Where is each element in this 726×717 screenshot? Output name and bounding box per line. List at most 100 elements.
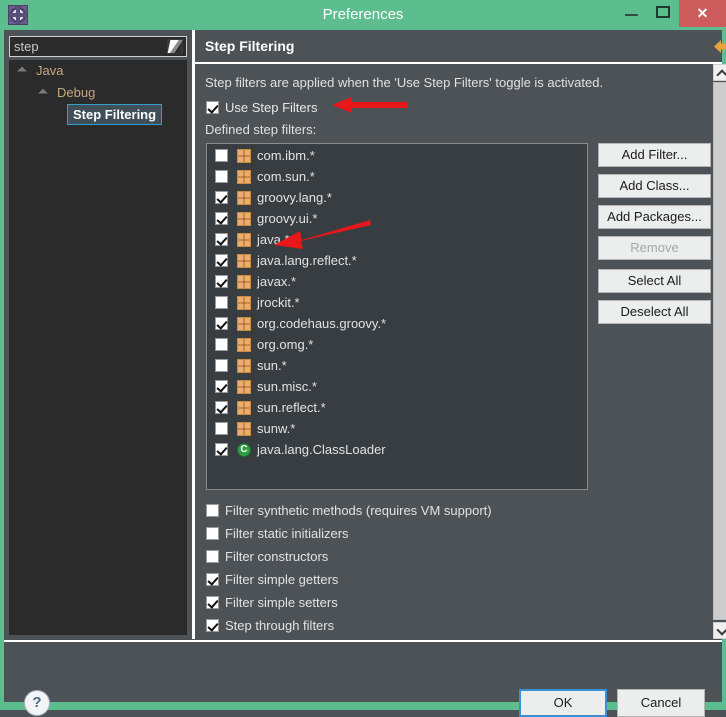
scrollbar-thumb[interactable] <box>713 82 726 620</box>
option-filter-simple-setters[interactable]: Filter simple setters <box>206 590 492 613</box>
list-item[interactable]: sun.* <box>207 354 587 375</box>
scroll-down-button[interactable] <box>713 622 726 639</box>
help-question-icon[interactable] <box>24 690 50 716</box>
package-icon <box>237 169 251 184</box>
filter-checkbox[interactable] <box>215 401 228 415</box>
filter-checkbox[interactable] <box>215 338 228 352</box>
option-filter-constructors[interactable]: Filter constructors <box>206 544 492 567</box>
option-checkbox[interactable] <box>206 550 219 564</box>
option-checkbox[interactable] <box>206 573 219 587</box>
list-item[interactable]: org.codehaus.groovy.* <box>207 312 587 333</box>
filter-actions: Add Filter... Add Class... Add Packages.… <box>598 143 711 331</box>
option-filter-simple-getters[interactable]: Filter simple getters <box>206 567 492 590</box>
list-item[interactable]: sunw.* <box>207 417 587 438</box>
close-button[interactable]: ✕ <box>679 0 726 27</box>
package-icon <box>237 400 251 415</box>
list-item[interactable]: java.* <box>207 228 587 249</box>
filter-checkbox[interactable] <box>215 380 228 394</box>
package-icon <box>237 148 251 163</box>
preferences-window: Preferences ✕ Java Debug Step Filtering <box>0 0 726 717</box>
package-icon <box>237 232 251 247</box>
list-item[interactable]: java.lang.ClassLoader <box>207 438 587 459</box>
package-icon <box>237 253 251 268</box>
filter-list[interactable]: com.ibm.* com.sun.* groovy.lang.* groovy… <box>206 143 588 490</box>
option-checkbox[interactable] <box>206 619 219 633</box>
option-checkbox[interactable] <box>206 504 219 518</box>
filter-checkbox[interactable] <box>215 443 228 457</box>
filter-checkbox[interactable] <box>215 275 228 289</box>
dialog-body: Java Debug Step Filtering Step Filtering <box>4 30 726 717</box>
maximize-button[interactable] <box>647 0 679 23</box>
remove-button: Remove <box>598 236 711 260</box>
option-checkbox[interactable] <box>206 527 219 541</box>
list-item[interactable]: com.sun.* <box>207 165 587 186</box>
filter-checkbox[interactable] <box>215 254 228 268</box>
page-header: Step Filtering <box>195 30 726 64</box>
option-checkbox[interactable] <box>206 596 219 610</box>
search-field[interactable] <box>9 36 187 57</box>
arrow-left-icon[interactable] <box>714 40 726 53</box>
add-class-button[interactable]: Add Class... <box>598 174 711 198</box>
package-icon <box>237 337 251 352</box>
filter-checkbox[interactable] <box>215 359 228 373</box>
list-item[interactable]: sun.reflect.* <box>207 396 587 417</box>
minimize-button[interactable] <box>615 0 647 23</box>
list-item[interactable]: java.lang.reflect.* <box>207 249 587 270</box>
use-step-filters-label: Use Step Filters <box>225 100 318 116</box>
dialog-footer: OK Cancel <box>4 642 722 717</box>
class-icon <box>237 442 251 457</box>
tree-item-step-filtering[interactable]: Step Filtering <box>9 104 187 126</box>
sidebar: Java Debug Step Filtering <box>4 30 191 639</box>
ok-button[interactable]: OK <box>519 689 607 717</box>
filter-checkbox[interactable] <box>215 296 228 310</box>
vertical-scrollbar[interactable] <box>713 64 726 639</box>
filter-options: Filter synthetic methods (requires VM su… <box>206 498 492 636</box>
package-icon <box>237 211 251 226</box>
expand-arrow-icon[interactable] <box>21 66 30 75</box>
option-step-through-filters[interactable]: Step through filters <box>206 613 492 636</box>
package-icon <box>237 316 251 331</box>
option-filter-synthetic-methods[interactable]: Filter synthetic methods (requires VM su… <box>206 498 492 521</box>
package-icon <box>237 379 251 394</box>
list-item[interactable]: sun.misc.* <box>207 375 587 396</box>
use-step-filters-checkbox[interactable] <box>206 101 219 115</box>
filter-checkbox[interactable] <box>215 170 228 184</box>
filter-checkbox[interactable] <box>215 149 228 163</box>
tree-item-label-selected: Step Filtering <box>67 104 163 125</box>
tree-item-java[interactable]: Java <box>9 60 187 82</box>
use-step-filters-row[interactable]: Use Step Filters <box>206 99 317 115</box>
defined-filters-label: Defined step filters: <box>205 122 317 137</box>
preference-page: Step Filtering Step filters are applied … <box>195 30 726 639</box>
filter-checkbox[interactable] <box>215 212 228 226</box>
add-packages-button[interactable]: Add Packages... <box>598 205 711 229</box>
package-icon <box>237 421 251 436</box>
package-icon <box>237 295 251 310</box>
preferences-tree[interactable]: Java Debug Step Filtering <box>9 60 187 635</box>
clear-search-icon[interactable] <box>167 39 183 54</box>
scroll-up-button[interactable] <box>713 64 726 81</box>
filter-checkbox[interactable] <box>215 317 228 331</box>
list-item[interactable]: groovy.ui.* <box>207 207 587 228</box>
option-filter-static-initializers[interactable]: Filter static initializers <box>206 521 492 544</box>
search-input[interactable] <box>14 37 154 56</box>
filter-checkbox[interactable] <box>215 233 228 247</box>
intro-text: Step filters are applied when the 'Use S… <box>205 75 604 90</box>
package-icon <box>237 358 251 373</box>
deselect-all-button[interactable]: Deselect All <box>598 300 711 324</box>
filter-checkbox[interactable] <box>215 422 228 436</box>
tree-item-debug[interactable]: Debug <box>9 82 187 104</box>
page-title: Step Filtering <box>205 38 295 54</box>
list-item[interactable]: javax.* <box>207 270 587 291</box>
chevron-down-icon <box>716 624 726 636</box>
list-item[interactable]: com.ibm.* <box>207 144 587 165</box>
add-filter-button[interactable]: Add Filter... <box>598 143 711 167</box>
page-content: Step filters are applied when the 'Use S… <box>195 64 722 639</box>
list-item[interactable]: jrockit.* <box>207 291 587 312</box>
expand-arrow-icon[interactable] <box>42 88 51 97</box>
filter-checkbox[interactable] <box>215 191 228 205</box>
cancel-button[interactable]: Cancel <box>617 689 705 717</box>
select-all-button[interactable]: Select All <box>598 269 711 293</box>
package-icon <box>237 190 251 205</box>
list-item[interactable]: org.omg.* <box>207 333 587 354</box>
list-item[interactable]: groovy.lang.* <box>207 186 587 207</box>
